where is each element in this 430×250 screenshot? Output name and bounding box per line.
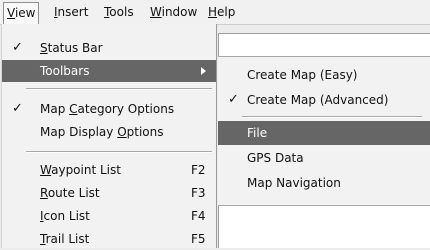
menu-item-label: Trail List: [40, 232, 90, 246]
shortcut-label: F5: [191, 232, 206, 246]
submenu-item-label: Create Map (Advanced): [247, 93, 389, 107]
view-menu-dropdown: ✓ Status Bar Toolbars ✓ Map Category Opt…: [1, 24, 217, 248]
toolbars-submenu: Create Map (Easy) ✓ Create Map (Advanced…: [218, 56, 430, 206]
submenu-item-label: Create Map (Easy): [247, 68, 358, 82]
toolbar-item-file[interactable]: File: [218, 121, 430, 145]
toolbar-item-create-map-easy[interactable]: Create Map (Easy): [218, 63, 430, 87]
menu-separator: [242, 116, 422, 118]
menu-insert[interactable]: Insert: [54, 4, 88, 20]
menu-help[interactable]: Help: [208, 4, 235, 20]
menu-separator: [26, 151, 212, 153]
menu-bar: View Insert Tools Window Help: [0, 0, 430, 25]
submenu-item-label: Map Navigation: [247, 176, 341, 190]
menu-item-status-bar[interactable]: ✓ Status Bar: [2, 37, 216, 59]
menu-item-waypoint-list[interactable]: Waypoint List F2: [2, 159, 216, 181]
menu-item-map-display-options[interactable]: Map Display Options: [2, 121, 216, 143]
toolbar-item-map-navigation[interactable]: Map Navigation: [218, 171, 430, 195]
shortcut-label: F2: [191, 163, 206, 177]
submenu-arrow-icon: [201, 67, 206, 75]
menu-item-label: Status Bar: [40, 41, 103, 55]
shortcut-label: F4: [191, 209, 206, 223]
menu-separator: [26, 88, 212, 90]
menu-item-label: Map Display Options: [40, 125, 164, 139]
checkmark-icon: ✓: [228, 92, 239, 107]
menu-item-label: Map Category Options: [40, 102, 175, 116]
checkmark-icon: ✓: [12, 40, 23, 55]
toolbar-item-create-map-advanced[interactable]: ✓ Create Map (Advanced): [218, 88, 430, 112]
menu-item-label: Icon List: [40, 209, 90, 223]
menu-item-map-category-options[interactable]: ✓ Map Category Options: [2, 98, 216, 120]
menu-item-icon-list[interactable]: Icon List F4: [2, 205, 216, 227]
menu-item-route-list[interactable]: Route List F3: [2, 182, 216, 204]
shortcut-label: F3: [191, 186, 206, 200]
menu-item-label: Route List: [40, 186, 100, 200]
menu-item-trail-list[interactable]: Trail List F5: [2, 228, 216, 250]
menu-item-toolbars[interactable]: Toolbars: [2, 60, 216, 82]
submenu-item-label: File: [247, 126, 268, 140]
checkmark-icon: ✓: [12, 101, 23, 116]
menu-view[interactable]: View: [3, 2, 40, 25]
menu-item-label: Toolbars: [40, 64, 90, 78]
menu-tools[interactable]: Tools: [104, 4, 134, 20]
submenu-item-label: GPS Data: [247, 151, 304, 165]
toolbar-item-gps-data[interactable]: GPS Data: [218, 146, 430, 170]
menu-item-label: Waypoint List: [40, 163, 121, 177]
menu-window[interactable]: Window: [150, 4, 197, 20]
